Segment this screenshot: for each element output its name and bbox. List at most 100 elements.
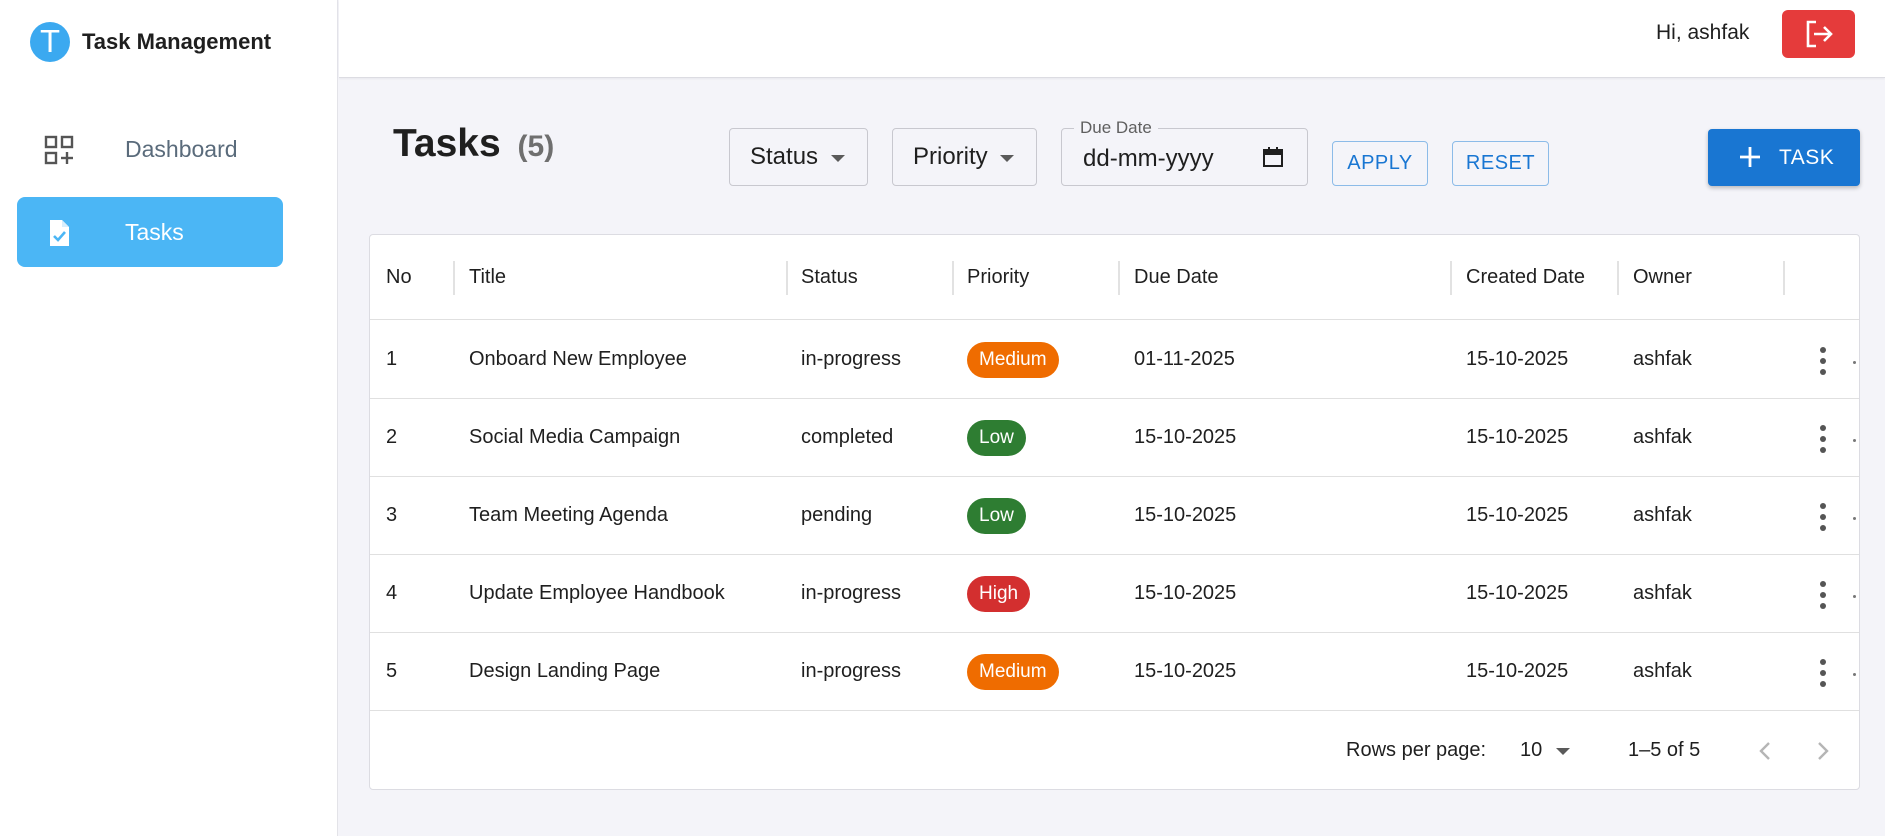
cell-title: Update Employee Handbook [469, 582, 725, 604]
rows-per-page-label: Rows per page: [1346, 739, 1487, 761]
cell-owner: ashfak [1633, 582, 1692, 604]
overflow-dot [1853, 439, 1856, 442]
priority-filter-label: Priority [913, 143, 988, 170]
cell-due-date: 01-11-2025 [1134, 348, 1235, 370]
sidebar-item-dashboard[interactable]: Dashboard [17, 114, 283, 184]
status-filter-label: Status [750, 143, 819, 170]
column-separator[interactable] [1450, 261, 1452, 295]
cell-owner: ashfak [1633, 504, 1692, 526]
table-row[interactable]: 1 Onboard New Employee in-progress Mediu… [370, 321, 1859, 399]
cell-no: 4 [386, 582, 398, 604]
cell-due-date: 15-10-2025 [1134, 504, 1237, 526]
brand-logo: T [30, 22, 70, 62]
column-header-owner[interactable]: Owner [1633, 266, 1692, 289]
cell-status: pending [801, 504, 873, 526]
cell-status: in-progress [801, 348, 902, 370]
row-actions-menu-icon[interactable] [1813, 581, 1833, 609]
cell-created-date: 15-10-2025 [1466, 660, 1569, 682]
cell-no: 1 [386, 348, 398, 370]
cell-no: 5 [386, 660, 398, 682]
column-header-due-date[interactable]: Due Date [1134, 266, 1219, 289]
task-count: (5) [517, 130, 555, 163]
cell-created-date: 15-10-2025 [1466, 582, 1569, 604]
priority-filter-select[interactable]: Priority [892, 128, 1037, 186]
plus-icon [1740, 147, 1760, 167]
sidebar: T Task Management Dashboard Tasks [0, 0, 338, 836]
dashboard-grid-icon [44, 135, 74, 165]
pagination-range: 1–5 of 5 [1628, 739, 1701, 761]
logout-icon [1806, 20, 1833, 48]
cell-due-date: 15-10-2025 [1134, 582, 1237, 604]
cell-status: in-progress [801, 582, 902, 604]
top-header [339, 0, 1885, 78]
table-row[interactable]: 4 Update Employee Handbook in-progress H… [370, 555, 1859, 633]
cell-created-date: 15-10-2025 [1466, 348, 1569, 370]
reset-button[interactable]: RESET [1452, 141, 1549, 186]
cell-created-date: 15-10-2025 [1466, 426, 1569, 448]
add-task-label: TASK [1779, 146, 1835, 169]
priority-badge: Medium [967, 342, 1059, 378]
column-header-status[interactable]: Status [801, 266, 858, 289]
column-header-title[interactable]: Title [469, 266, 506, 289]
row-actions-menu-icon[interactable] [1813, 347, 1833, 375]
cell-status: in-progress [801, 660, 902, 682]
cell-owner: ashfak [1633, 660, 1692, 682]
rows-per-page-select[interactable]: 10 [1520, 737, 1580, 765]
caret-down-icon [1000, 155, 1014, 162]
logout-button[interactable] [1782, 10, 1855, 58]
column-separator[interactable] [453, 261, 455, 295]
overflow-dot [1853, 517, 1856, 520]
status-filter-select[interactable]: Status [729, 128, 868, 186]
column-separator[interactable] [1617, 261, 1619, 295]
cell-no: 3 [386, 504, 398, 526]
cell-no: 2 [386, 426, 398, 448]
due-date-input[interactable]: Due Date dd-mm-yyyy [1061, 118, 1308, 186]
priority-badge: Medium [967, 654, 1059, 690]
row-actions-menu-icon[interactable] [1813, 659, 1833, 687]
column-separator[interactable] [786, 261, 788, 295]
table-row[interactable]: 5 Design Landing Page in-progress Medium… [370, 633, 1859, 711]
cell-owner: ashfak [1633, 348, 1692, 370]
priority-badge: High [967, 576, 1031, 612]
cell-owner: ashfak [1633, 426, 1692, 448]
table-row[interactable]: 3 Team Meeting Agenda pending Low 15-10-… [370, 477, 1859, 555]
overflow-dot [1853, 595, 1856, 598]
priority-badge: Low [967, 420, 1026, 456]
row-actions-menu-icon[interactable] [1813, 503, 1833, 531]
brand-name: Task Management [82, 29, 272, 54]
tasks-table: No Title Status Priority Due Date Create… [369, 234, 1860, 790]
column-separator[interactable] [1118, 261, 1120, 295]
page-title: Tasks (5) [393, 122, 554, 166]
column-separator[interactable] [1783, 261, 1785, 295]
column-header-no[interactable]: No [386, 266, 412, 289]
brand: T Task Management [30, 22, 271, 62]
table-row[interactable]: 2 Social Media Campaign completed Low 15… [370, 399, 1859, 477]
cell-title: Social Media Campaign [469, 426, 681, 448]
cell-status: completed [801, 426, 894, 448]
column-header-priority[interactable]: Priority [967, 266, 1029, 289]
caret-down-icon [831, 155, 845, 162]
add-task-button[interactable]: TASK [1708, 129, 1860, 186]
rows-per-page-value: 10 [1520, 739, 1543, 761]
column-separator[interactable] [952, 261, 954, 295]
column-header-created-date[interactable]: Created Date [1466, 266, 1585, 289]
row-actions-menu-icon[interactable] [1813, 425, 1833, 453]
previous-page-button[interactable] [1750, 735, 1782, 767]
sidebar-item-label: Dashboard [125, 135, 238, 162]
cell-due-date: 15-10-2025 [1134, 426, 1237, 448]
task-document-icon [50, 220, 69, 246]
overflow-dot [1853, 361, 1856, 364]
priority-badge: Low [967, 498, 1026, 534]
cell-title: Team Meeting Agenda [469, 504, 669, 526]
caret-down-icon [1556, 748, 1570, 755]
cell-created-date: 15-10-2025 [1466, 504, 1569, 526]
sidebar-item-tasks[interactable]: Tasks [17, 197, 283, 267]
next-page-button[interactable] [1806, 735, 1838, 767]
table-header: No Title Status Priority Due Date Create… [370, 235, 1859, 320]
overflow-dot [1853, 673, 1856, 676]
sidebar-item-label: Tasks [125, 218, 184, 245]
calendar-icon[interactable] [1261, 145, 1285, 169]
due-date-label: Due Date [1074, 118, 1158, 138]
apply-button[interactable]: APPLY [1332, 141, 1428, 186]
cell-due-date: 15-10-2025 [1134, 660, 1237, 682]
